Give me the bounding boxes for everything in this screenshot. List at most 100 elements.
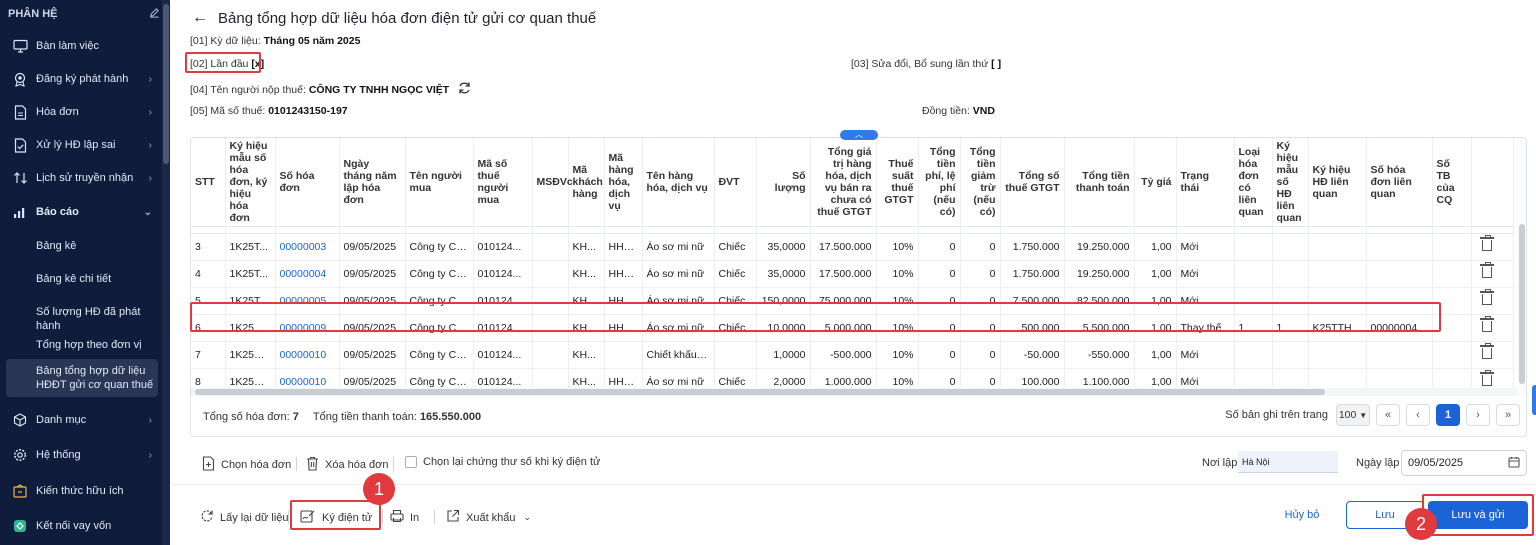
table-row[interactable]: 7 1K25TTH 00000010 09/05/2025 Công ty CP ...… <box>191 341 1514 369</box>
sidebar-item-fix-invoices[interactable]: Xử lý HĐ lập sai › <box>0 130 162 160</box>
sidebar: PHÂN HỆ Bàn làm việc Đăng ký phát hành ›… <box>0 0 170 545</box>
column-header: Trạng thái <box>1176 138 1235 227</box>
sidebar-item-loan[interactable]: Kết nối vay vốn <box>0 511 162 541</box>
table-cell: 0 <box>918 260 961 288</box>
transfer-icon <box>12 170 28 186</box>
export-icon <box>446 509 460 526</box>
table-cell: Chiếc <box>714 233 757 261</box>
table-cell: 7 <box>191 341 226 369</box>
period-value: Tháng 05 năm 2025 <box>263 35 361 47</box>
sidebar-item-system[interactable]: Hệ thống › <box>0 440 162 470</box>
chevron-down-icon: ⌄ <box>143 206 152 218</box>
table-cell: 1,00 <box>1134 260 1177 288</box>
taxpayer-value: CÔNG TY TNHH NGỌC VIỆT <box>308 83 450 96</box>
reload-data-button[interactable]: Lấy lại dữ liệu <box>200 509 289 526</box>
invoice-table: STT Ký hiệu mẫu số hóa đơn, ký hiệu hóa đ… <box>191 138 1514 396</box>
sidebar-item-label: Đăng ký phát hành <box>36 73 129 85</box>
sidebar-item-knowledge[interactable]: Kiến thức hữu ích <box>0 476 162 506</box>
sidebar-item-workspace[interactable]: Bàn làm việc <box>0 31 162 61</box>
sidebar-subitem-tax-summary[interactable]: Bảng tổng hợp dữ liệu HĐĐT gửi cơ quan t… <box>6 359 158 397</box>
last-page-button[interactable]: » <box>1496 404 1520 426</box>
refresh-icon[interactable] <box>457 81 472 98</box>
table-cell <box>1432 260 1472 288</box>
highlight-box-first-time <box>185 52 261 73</box>
table-header-row: STT Ký hiệu mẫu số hóa đơn, ký hiệu hóa đ… <box>191 138 1514 227</box>
table-cell: Áo sơ mi nữ <box>642 233 715 261</box>
cancel-button[interactable]: Hủy bỏ <box>1272 501 1332 529</box>
side-panel-tab[interactable] <box>1532 385 1536 415</box>
column-header: Tổng giá trị hàng hóa, dịch vụ bán ra ch… <box>810 138 877 227</box>
sidebar-subitem-by-unit[interactable]: Tổng hợp theo đơn vị <box>0 338 162 352</box>
invoice-number-link[interactable]: 00000004 <box>275 260 340 288</box>
chevron-right-icon: › <box>148 414 152 426</box>
table-cell <box>1272 233 1309 261</box>
table-cell: Chiết khấu th... <box>642 341 715 369</box>
highlight-box-sign <box>290 500 381 530</box>
edit-icon[interactable] <box>149 7 160 21</box>
sidebar-item-registration[interactable]: Đăng ký phát hành › <box>0 64 162 94</box>
print-button[interactable]: In <box>390 509 419 526</box>
reselect-cert-checkbox[interactable]: Chọn lại chứng thư số khi ký điện tử <box>405 456 600 468</box>
trash-icon[interactable] <box>1479 343 1494 359</box>
sidebar-item-categories[interactable]: Danh mục › <box>0 405 162 435</box>
table-cell: 10% <box>876 260 919 288</box>
table-cell: 0 <box>918 341 961 369</box>
table-cell: -550.000 <box>1064 341 1135 369</box>
page-number-button[interactable]: 1 <box>1436 404 1460 426</box>
table-cell: -50.000 <box>1000 341 1065 369</box>
date-label: Ngày lập <box>1356 457 1400 469</box>
sidebar-scrollbar[interactable] <box>162 0 170 545</box>
sidebar-item-label: Báo cáo <box>36 206 79 218</box>
table-cell: 1K25T... <box>225 233 276 261</box>
table-vertical-scrollbar[interactable] <box>1517 138 1526 396</box>
back-arrow-icon[interactable]: ← <box>192 9 208 27</box>
sidebar-subitem-detail-list[interactable]: Bảng kê chi tiết <box>0 272 162 286</box>
taxcode-value: 0101243150-197 <box>268 105 348 117</box>
trash-icon[interactable] <box>1479 316 1494 332</box>
column-header: Tên người mua <box>405 138 474 227</box>
column-header: Số hóa đơn <box>275 138 340 227</box>
prev-page-button[interactable]: ‹ <box>1406 404 1430 426</box>
trash-icon[interactable] <box>1479 289 1494 305</box>
sidebar-subitem-list[interactable]: Bảng kê <box>0 239 162 253</box>
delete-invoice-button[interactable]: Xóa hóa đơn <box>306 456 389 474</box>
table-cell: 17.500.000 <box>810 233 877 261</box>
table-cell: 4 <box>191 260 226 288</box>
invoice-table-container: STT Ký hiệu mẫu số hóa đơn, ký hiệu hóa đ… <box>190 137 1527 437</box>
table-cell: 1,00 <box>1134 233 1177 261</box>
date-input[interactable]: 09/05/2025 <box>1401 450 1527 476</box>
divider <box>393 457 394 471</box>
export-button[interactable]: Xuất khẩu ⌄ <box>446 509 531 526</box>
table-row[interactable]: 3 1K25T... 00000003 09/05/2025 Công ty CP ..… <box>191 233 1514 261</box>
trash-icon[interactable] <box>1479 262 1494 278</box>
trash-icon[interactable] <box>1479 235 1494 251</box>
add-document-icon <box>202 456 215 474</box>
column-header: ĐVT <box>714 138 757 227</box>
collapse-header-button[interactable]: ︿ <box>840 130 878 140</box>
checkbox[interactable] <box>405 456 417 468</box>
sidebar-subitem-issued-count[interactable]: Số lượng HĐ đã phát hành <box>0 305 162 333</box>
place-input[interactable]: Hà Nội <box>1238 451 1338 473</box>
table-cell: HH0... <box>604 260 643 288</box>
sidebar-item-history[interactable]: Lịch sử truyền nhận › <box>0 163 162 193</box>
table-cell: -500.000 <box>810 341 877 369</box>
first-page-button[interactable]: « <box>1376 404 1400 426</box>
taxpayer-info: [04] Tên người nộp thuế: CÔNG TY TNHH NG… <box>190 81 472 98</box>
table-horizontal-scrollbar[interactable] <box>191 388 1517 396</box>
amend-info: [03] Sửa đổi, Bổ sung lần thứ [ ] <box>851 58 1002 70</box>
table-row[interactable]: 4 1K25T... 00000004 09/05/2025 Công ty CP ..… <box>191 260 1514 288</box>
invoice-number-link[interactable]: 00000010 <box>275 341 340 369</box>
invoice-number-link[interactable]: 00000003 <box>275 233 340 261</box>
sidebar-item-invoices[interactable]: Hóa đơn › <box>0 97 162 127</box>
table-spacer-row <box>191 226 1514 234</box>
table-cell: 3 <box>191 233 226 261</box>
column-header: Tổng tiền thanh toán <box>1064 138 1135 227</box>
table-cell <box>1308 233 1367 261</box>
trash-icon[interactable] <box>1479 370 1494 386</box>
table-cell: 0 <box>960 341 1001 369</box>
page-size-select[interactable]: 100 ▼ <box>1336 404 1370 426</box>
calendar-icon[interactable] <box>1508 456 1520 471</box>
next-page-button[interactable]: › <box>1466 404 1490 426</box>
choose-invoice-button[interactable]: Chọn hóa đơn <box>202 456 291 474</box>
sidebar-item-reports[interactable]: Báo cáo ⌄ <box>0 197 162 227</box>
